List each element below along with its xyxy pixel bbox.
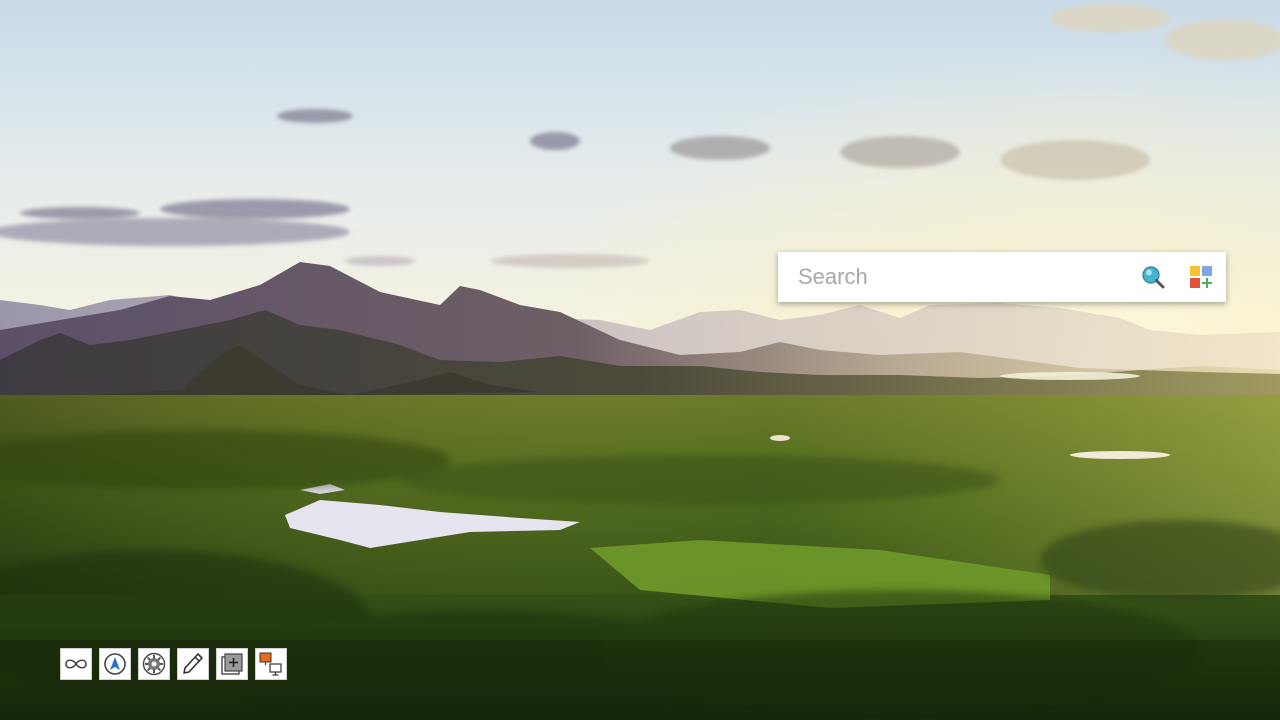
compass-a-icon [104, 653, 126, 675]
infinity-icon [65, 659, 87, 669]
screen-share-icon [259, 652, 282, 676]
search-input[interactable] [778, 253, 1130, 301]
infinity-button[interactable] [60, 648, 92, 680]
bottom-toolbar [60, 648, 287, 680]
settings-gear-icon [142, 652, 166, 676]
screen-share-button[interactable] [255, 648, 287, 680]
settings-button[interactable] [138, 648, 170, 680]
search-bar [778, 252, 1226, 302]
pencil-button[interactable] [177, 648, 209, 680]
add-frame-icon [221, 653, 243, 675]
search-button[interactable] [1130, 252, 1176, 302]
add-frame-button[interactable] [216, 648, 248, 680]
magnifier-icon [1142, 266, 1165, 289]
apps-button[interactable] [1176, 252, 1226, 302]
compass-button[interactable] [99, 648, 131, 680]
background-landscape [0, 0, 1280, 720]
pencil-icon [183, 653, 203, 674]
apps-grid-plus-icon [1190, 266, 1212, 288]
